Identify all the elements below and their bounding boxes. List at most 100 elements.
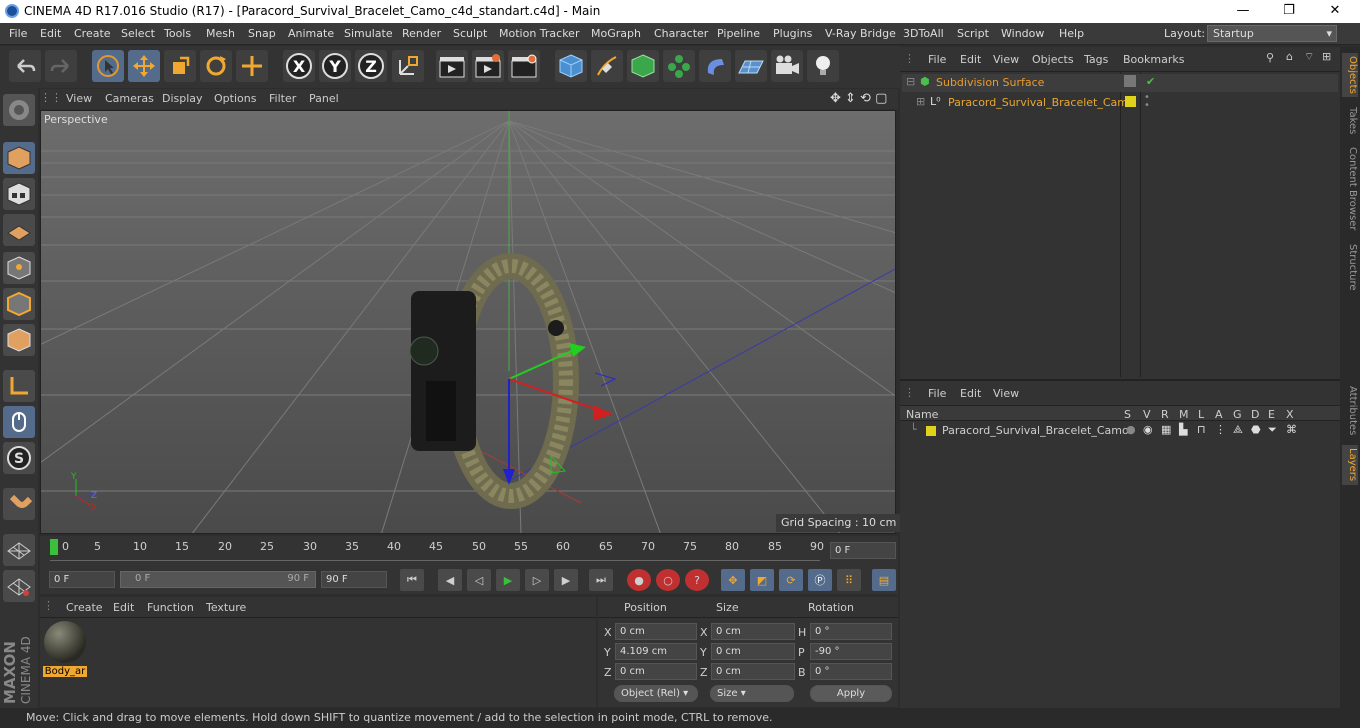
close-button[interactable]: ✕ (1312, 0, 1358, 23)
pen-spline-button[interactable] (591, 50, 623, 82)
maximize-button[interactable]: ❐ (1266, 0, 1312, 23)
current-frame-field[interactable]: 0 F (830, 542, 896, 559)
prev-frame-button[interactable]: ◁ (467, 569, 491, 591)
floor-button[interactable] (735, 50, 767, 82)
objects-menu-bookmarks[interactable]: Bookmarks (1123, 53, 1184, 66)
viewport-perspective[interactable]: Y Z X (40, 110, 896, 534)
back-icon[interactable]: ⌔ (1304, 50, 1314, 64)
key-pla-button[interactable]: ⠿ (837, 569, 861, 591)
viewport-navigation-icons[interactable]: ✥ ⇕ ⟲ ▢ (830, 91, 887, 106)
material-menu-create[interactable]: Create (66, 601, 103, 614)
menu-render[interactable]: Render (402, 27, 441, 40)
eye-icon[interactable]: ◉ (1143, 423, 1153, 436)
goto-end-button[interactable]: ⏭ (589, 569, 613, 591)
render-to-picture-viewer-button[interactable] (472, 50, 504, 82)
light-button[interactable] (807, 50, 839, 82)
xref-icon[interactable]: ⌘ (1286, 423, 1297, 436)
playhead[interactable] (50, 539, 58, 555)
material-swatch[interactable]: Body_ar (43, 621, 87, 677)
prev-key-button[interactable]: ◀ (438, 569, 462, 591)
pos-z-field[interactable]: 0 cm (615, 663, 697, 680)
menu-simulate[interactable]: Simulate (344, 27, 393, 40)
frame-range-slider[interactable]: 0 F 90 F (120, 571, 316, 588)
material-menu-texture[interactable]: Texture (206, 601, 246, 614)
layer-color-swatch[interactable] (1125, 96, 1136, 107)
flag-m-header[interactable]: M (1179, 408, 1189, 421)
tab-structure[interactable]: Structure (1342, 241, 1358, 293)
menu-help[interactable]: Help (1059, 27, 1084, 40)
redo-button[interactable] (45, 50, 77, 82)
objects-menu-objects[interactable]: Objects (1032, 53, 1074, 66)
edges-mode-button[interactable] (3, 288, 35, 320)
material-menu-edit[interactable]: Edit (113, 601, 134, 614)
flag-s-header[interactable]: S (1124, 408, 1131, 421)
key-scale-button[interactable]: ◩ (750, 569, 774, 591)
tab-layers[interactable]: Layers (1342, 445, 1358, 485)
layers-menu-file[interactable]: File (928, 387, 946, 400)
flag-v-header[interactable]: V (1143, 408, 1151, 421)
menu-create[interactable]: Create (74, 27, 111, 40)
coordinate-system-button[interactable] (392, 50, 424, 82)
flag-e-header[interactable]: E (1268, 408, 1275, 421)
render-view-button[interactable] (436, 50, 468, 82)
menu-animate[interactable]: Animate (288, 27, 334, 40)
snapping-button[interactable]: S (3, 442, 35, 474)
menu-character[interactable]: Character (654, 27, 708, 40)
menu-motion-tracker[interactable]: Motion Tracker (499, 27, 579, 40)
menu-window[interactable]: Window (1001, 27, 1044, 40)
size-mode-select[interactable]: Size ▾ (710, 685, 794, 702)
object-row-subdivision[interactable]: ⊟ ⬢ Subdivision Surface ✔ (902, 74, 1338, 92)
menu-pipeline[interactable]: Pipeline (717, 27, 760, 40)
tweak-mode-button[interactable] (3, 406, 35, 438)
magnet-button[interactable] (3, 488, 35, 520)
live-selection-button[interactable] (92, 50, 124, 82)
objects-menu-tags[interactable]: Tags (1084, 53, 1108, 66)
goto-start-button[interactable]: ⏮ (400, 569, 424, 591)
animation-icon[interactable]: ⋮ (1215, 423, 1226, 436)
rot-p-field[interactable]: -90 ° (810, 643, 892, 660)
objects-menu-file[interactable]: File (928, 53, 946, 66)
home-icon[interactable]: ⌂ (1286, 50, 1293, 63)
tab-attributes[interactable]: Attributes (1342, 383, 1358, 439)
y-axis-button[interactable]: Y (319, 50, 351, 82)
size-z-field[interactable]: 0 cm (711, 663, 795, 680)
viewport-menu-view[interactable]: View (66, 92, 92, 105)
objects-menu-edit[interactable]: Edit (960, 53, 981, 66)
checkmark-icon[interactable]: ✔ (1146, 75, 1155, 88)
coordinate-mode-select[interactable]: Object (Rel) ▾ (614, 685, 698, 702)
rotate-tool-button[interactable] (200, 50, 232, 82)
size-y-field[interactable]: 0 cm (711, 643, 795, 660)
menu-file[interactable]: File (9, 27, 27, 40)
move-tool-button[interactable] (128, 50, 160, 82)
layout-select[interactable]: Startup ▾ (1207, 25, 1337, 42)
key-position-button[interactable]: ✥ (721, 569, 745, 591)
cube-object-button[interactable] (555, 50, 587, 82)
rot-h-field[interactable]: 0 ° (810, 623, 892, 640)
menu-edit[interactable]: Edit (40, 27, 61, 40)
menu-tools[interactable]: Tools (164, 27, 191, 40)
layer-color-swatch[interactable] (926, 426, 936, 436)
timeline-window-button[interactable]: ▤ (872, 569, 896, 591)
menu-vray-bridge[interactable]: V-Ray Bridge (825, 27, 896, 40)
tab-content-browser[interactable]: Content Browser (1342, 145, 1358, 233)
deformer-icon[interactable]: ⬣ (1251, 423, 1261, 436)
end-frame-field[interactable]: 90 F (321, 571, 387, 588)
camera-button[interactable] (771, 50, 803, 82)
objects-menu-view[interactable]: View (993, 53, 1019, 66)
viewport-menu-display[interactable]: Display (162, 92, 203, 105)
axis-mode-button[interactable] (3, 370, 35, 402)
flag-a-header[interactable]: A (1215, 408, 1223, 421)
scale-tool-button[interactable] (164, 50, 196, 82)
menu-snap[interactable]: Snap (248, 27, 276, 40)
menu-select[interactable]: Select (121, 27, 155, 40)
key-parameter-button[interactable]: Ⓟ (808, 569, 832, 591)
flag-x-header[interactable]: X (1286, 408, 1294, 421)
viewport-menu-options[interactable]: Options (214, 92, 256, 105)
play-button[interactable]: ▶ (496, 569, 520, 591)
lock-icon[interactable]: ⊓ (1197, 423, 1206, 436)
grid-lock-button[interactable] (3, 534, 35, 566)
start-frame-field[interactable]: 0 F (49, 571, 115, 588)
viewport-menu-filter[interactable]: Filter (269, 92, 296, 105)
render-clapper-icon[interactable]: ▦ (1161, 423, 1171, 436)
generator-icon[interactable]: ⟁ (1233, 423, 1243, 437)
